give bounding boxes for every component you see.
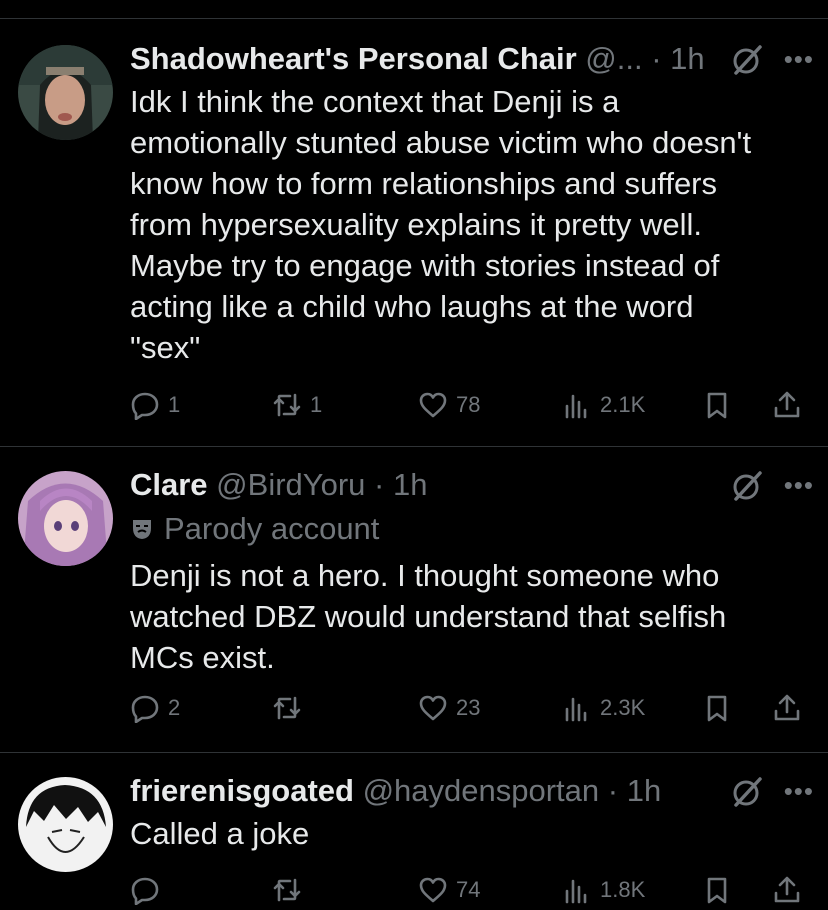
parody-badge: Parody account bbox=[130, 507, 814, 551]
view-count: 1.8K bbox=[600, 877, 646, 902]
avatar[interactable] bbox=[18, 777, 113, 872]
share-button[interactable] bbox=[772, 870, 802, 910]
tweet-2[interactable]: Clare @BirdYoru · 1h ••• Parody account … bbox=[0, 447, 828, 753]
bookmark-icon bbox=[707, 877, 727, 904]
repost-icon bbox=[273, 878, 301, 902]
tweet-text: Called a joke bbox=[130, 816, 310, 851]
avatar[interactable] bbox=[18, 45, 113, 140]
user-handle[interactable]: @BirdYoru bbox=[216, 467, 365, 502]
tweet-header: frierenisgoated @haydensportan · 1h ••• bbox=[130, 769, 814, 813]
tweet-header: Shadowheart's Personal Chair @... · 1h •… bbox=[130, 37, 814, 81]
like-button[interactable]: 78 bbox=[418, 385, 480, 425]
badge-label: Parody account bbox=[164, 511, 380, 546]
grok-icon[interactable] bbox=[730, 775, 764, 809]
share-button[interactable] bbox=[772, 688, 802, 728]
tweet-text: Denji is not a hero. I thought someone w… bbox=[130, 558, 727, 675]
like-count: 74 bbox=[456, 877, 481, 902]
views-icon bbox=[565, 697, 587, 722]
tweet-header: Clare @BirdYoru · 1h ••• bbox=[130, 463, 814, 507]
user-handle[interactable]: @... bbox=[585, 41, 642, 76]
views-icon bbox=[565, 879, 587, 904]
bookmark-button[interactable] bbox=[702, 385, 732, 425]
view-count: 2.1K bbox=[600, 392, 646, 417]
like-button[interactable]: 74 bbox=[418, 870, 480, 910]
grok-icon[interactable] bbox=[730, 43, 764, 77]
action-bar: 74 1.8K bbox=[130, 870, 810, 910]
views-button[interactable]: 2.1K bbox=[562, 385, 645, 425]
display-name[interactable]: frierenisgoated bbox=[130, 773, 354, 808]
views-button[interactable]: 2.3K bbox=[562, 688, 645, 728]
grok-icon[interactable] bbox=[730, 469, 764, 503]
repost-icon bbox=[273, 696, 301, 720]
separator-dot: · bbox=[599, 773, 627, 808]
views-button[interactable]: 1.8K bbox=[562, 870, 645, 910]
repost-button[interactable] bbox=[272, 688, 310, 728]
bookmark-icon bbox=[707, 392, 727, 419]
tweet-1[interactable]: Shadowheart's Personal Chair @... · 1h •… bbox=[0, 19, 828, 447]
reply-button[interactable]: 2 bbox=[130, 688, 180, 728]
tweet-3[interactable]: frierenisgoated @haydensportan · 1h ••• … bbox=[0, 753, 828, 905]
share-icon bbox=[774, 391, 800, 418]
share-icon bbox=[774, 876, 800, 903]
bookmark-button[interactable] bbox=[702, 688, 732, 728]
reply-button[interactable]: 1 bbox=[130, 385, 180, 425]
repost-button[interactable]: 1 bbox=[272, 385, 322, 425]
masks-icon bbox=[133, 520, 151, 539]
avatar[interactable] bbox=[18, 471, 113, 566]
reply-icon bbox=[131, 392, 159, 420]
repost-button[interactable] bbox=[272, 870, 310, 910]
display-name[interactable]: Shadowheart's Personal Chair bbox=[130, 41, 577, 76]
repost-count: 1 bbox=[310, 392, 323, 417]
timestamp[interactable]: 1h bbox=[670, 41, 704, 76]
timestamp[interactable]: 1h bbox=[627, 773, 661, 808]
reply-count: 1 bbox=[168, 392, 181, 417]
heart-icon bbox=[419, 695, 447, 721]
reply-icon bbox=[131, 695, 159, 723]
tweet-text: Idk I think the context that Denji is a … bbox=[130, 84, 752, 365]
reply-button[interactable] bbox=[130, 870, 168, 910]
like-count: 23 bbox=[456, 695, 481, 720]
heart-icon bbox=[419, 877, 447, 903]
bookmark-icon bbox=[707, 695, 727, 722]
bookmark-button[interactable] bbox=[702, 870, 732, 910]
separator-dot: · bbox=[642, 41, 671, 76]
timestamp[interactable]: 1h bbox=[393, 467, 427, 502]
like-button[interactable]: 23 bbox=[418, 688, 480, 728]
share-button[interactable] bbox=[772, 385, 802, 425]
more-icon[interactable]: ••• bbox=[784, 37, 814, 81]
separator-dot: · bbox=[365, 467, 393, 502]
repost-icon bbox=[273, 393, 301, 417]
reply-icon bbox=[131, 877, 159, 905]
user-handle[interactable]: @haydensportan bbox=[363, 773, 600, 808]
action-bar: 2 23 2.3K bbox=[130, 688, 810, 728]
view-count: 2.3K bbox=[600, 695, 646, 720]
share-icon bbox=[774, 694, 800, 721]
views-icon bbox=[565, 394, 587, 419]
more-icon[interactable]: ••• bbox=[784, 769, 814, 813]
reply-count: 2 bbox=[168, 695, 181, 720]
action-bar: 1 1 78 2.1K bbox=[130, 385, 810, 425]
heart-icon bbox=[419, 392, 447, 418]
like-count: 78 bbox=[456, 392, 481, 417]
display-name[interactable]: Clare bbox=[130, 467, 208, 502]
more-icon[interactable]: ••• bbox=[784, 463, 814, 507]
